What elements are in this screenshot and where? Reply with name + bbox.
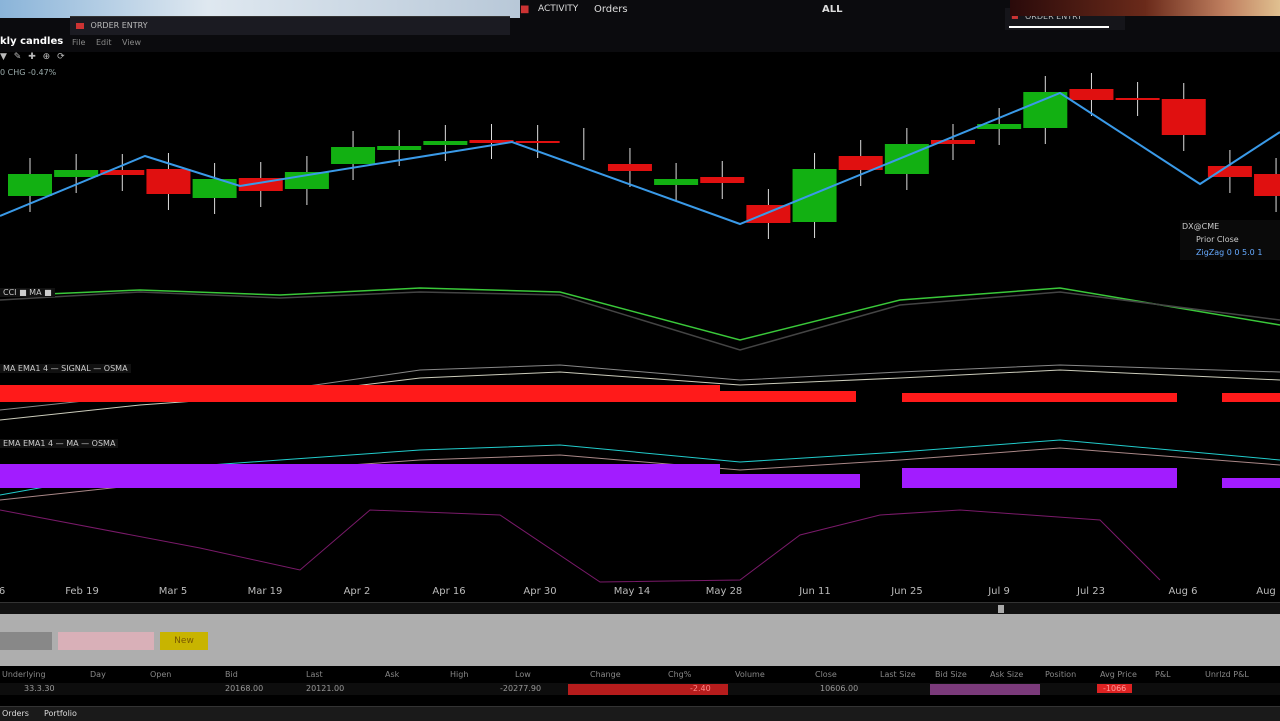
candle-down [1161, 99, 1206, 135]
osma-histogram-bar [1222, 478, 1280, 488]
chart-legend: DX@CME Prior Close ZigZag 0 0 5.0 1 [1180, 220, 1280, 260]
candle-down [1254, 174, 1280, 196]
x-tick: 6 [0, 586, 6, 597]
cci-ma-line [0, 291, 1280, 351]
x-axis: 6 Feb 19 Mar 5 Mar 19 Apr 2 Apr 16 Apr 3… [0, 584, 1280, 602]
cell-position-bar [930, 684, 1040, 695]
indicator-label-1[interactable]: CCI ■ MA ■ [0, 288, 55, 297]
osma-histogram-bar [902, 468, 1177, 488]
bottom-panel: New [0, 614, 1280, 666]
col-header[interactable]: Change [590, 670, 621, 679]
legend-symbol: DX@CME [1182, 222, 1220, 231]
candle-up [423, 141, 468, 145]
candle-up [377, 146, 422, 150]
x-tick: Apr 16 [432, 586, 466, 597]
candle-up [1023, 92, 1068, 128]
col-header[interactable]: Low [515, 670, 531, 679]
macd-histogram-bar [1222, 393, 1280, 402]
col-header[interactable]: Bid [225, 670, 238, 679]
col-header[interactable]: High [450, 670, 468, 679]
candle-down [746, 205, 791, 223]
panel-button-a[interactable] [0, 632, 52, 650]
indicator-label-2[interactable]: MA EMA1 4 — SIGNAL — OSMA [0, 364, 131, 373]
cell-underlying: 33.3.30 [24, 684, 55, 693]
col-header[interactable]: Volume [735, 670, 765, 679]
col-header[interactable]: Bid Size [935, 670, 967, 679]
col-header[interactable]: P&L [1155, 670, 1171, 679]
col-header[interactable]: Close [815, 670, 837, 679]
x-tick: Jul 9 [988, 586, 1010, 597]
candles [8, 73, 1280, 239]
x-tick: Jul 23 [1077, 586, 1105, 597]
scrollbar-thumb[interactable] [998, 605, 1004, 613]
col-header[interactable]: Last Size [880, 670, 916, 679]
cell-chg-pct: -2.40 [690, 684, 711, 693]
candle-up [654, 179, 699, 185]
x-tick: Jun 11 [799, 586, 831, 597]
col-header[interactable]: Position [1045, 670, 1076, 679]
col-header[interactable]: Last [306, 670, 323, 679]
x-tick: Apr 30 [523, 586, 557, 597]
col-header[interactable]: Unrlzd P&L [1205, 670, 1249, 679]
col-header[interactable]: Ask Size [990, 670, 1023, 679]
candle-down [1115, 98, 1160, 100]
candle-up [331, 147, 376, 164]
col-header[interactable]: Chg% [668, 670, 691, 679]
candle-down [607, 164, 652, 171]
x-tick: Apr 2 [343, 586, 371, 597]
legend-prior-close: Prior Close [1196, 235, 1239, 244]
x-tick: May 28 [705, 586, 743, 597]
cell-close: 10606.00 [820, 684, 859, 693]
candle-down [146, 169, 191, 194]
indicator-lines [0, 287, 1280, 583]
x-tick: Feb 19 [65, 586, 99, 597]
price-chart[interactable] [0, 0, 1280, 600]
col-header[interactable]: Open [150, 670, 171, 679]
panel-button-b[interactable] [58, 632, 154, 650]
cell-last: 20121.00 [306, 684, 345, 693]
candle-up [54, 170, 99, 177]
tab-portfolio[interactable]: Portfolio [44, 709, 77, 718]
table-header: Underlying Day Open Bid Last Ask High Lo… [0, 667, 1280, 683]
x-tick: Jun 25 [891, 586, 923, 597]
col-header[interactable]: Ask [385, 670, 399, 679]
candle-up [8, 174, 52, 196]
cell-low: -20277.90 [500, 684, 542, 693]
candle-up [792, 169, 837, 222]
x-tick: Mar 5 [158, 586, 188, 597]
indicator-label-3[interactable]: EMA EMA1 4 — MA — OSMA [0, 439, 119, 448]
x-tick: Aug [1256, 586, 1276, 597]
candle-down [515, 141, 560, 143]
table-row[interactable]: 33.3.30 20168.00 20121.00 -20277.90 -2.4… [0, 683, 1280, 695]
bottom-tabs: Orders Portfolio [0, 706, 1280, 721]
zigzag-line [0, 91, 1280, 226]
legend-zigzag: ZigZag 0 0 5.0 1 [1196, 248, 1263, 257]
col-header[interactable]: Day [90, 670, 106, 679]
candle-down [1069, 89, 1114, 100]
x-tick: May 14 [613, 586, 651, 597]
macd-histogram-bar [0, 385, 720, 402]
osma-histogram-bar [720, 474, 860, 488]
new-button[interactable]: New [160, 632, 208, 650]
bottom-osc-line [0, 509, 1161, 583]
col-header[interactable]: Underlying [2, 670, 46, 679]
osma-histogram-bar [0, 464, 720, 488]
x-tick: Mar 19 [247, 586, 283, 597]
tab-orders[interactable]: Orders [2, 709, 29, 718]
macd-histogram-bar [902, 393, 1177, 402]
macd-histogram-bar [720, 391, 856, 402]
cell-pnl: -1066 [1097, 684, 1133, 693]
x-tick: Aug 6 [1168, 586, 1198, 597]
cell-bid: 20168.00 [225, 684, 264, 693]
candle-down [700, 177, 745, 183]
col-header[interactable]: Avg Price [1100, 670, 1137, 679]
